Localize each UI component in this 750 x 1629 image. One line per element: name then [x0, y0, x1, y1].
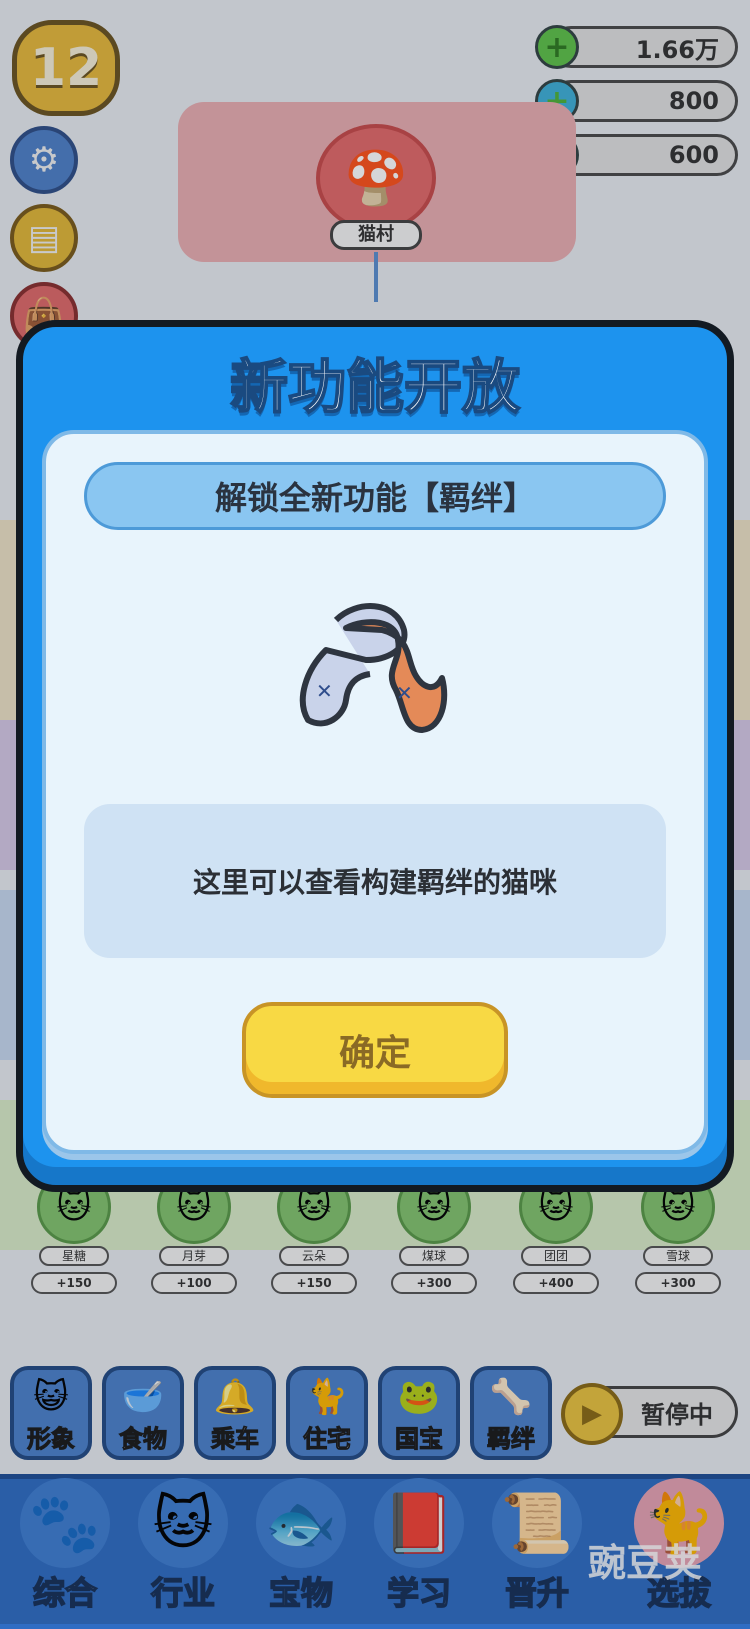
confirm-button[interactable]: 确定 [242, 1002, 508, 1098]
svg-text:✕: ✕ [316, 679, 333, 703]
unlock-banner: 解锁全新功能【羁绊】 [84, 462, 666, 530]
description-text: 这里可以查看构建羁绊的猫咪 [192, 866, 557, 899]
bond-icon: ✕ ✕ [299, 603, 448, 733]
confirm-label: 确定 [338, 1033, 411, 1074]
unlock-text: 解锁全新功能【羁绊】 [214, 479, 535, 517]
dialog-title: 新功能开放 [229, 352, 521, 422]
svg-text:✕: ✕ [396, 681, 413, 705]
description-box: 这里可以查看构建羁绊的猫咪 [84, 804, 666, 958]
